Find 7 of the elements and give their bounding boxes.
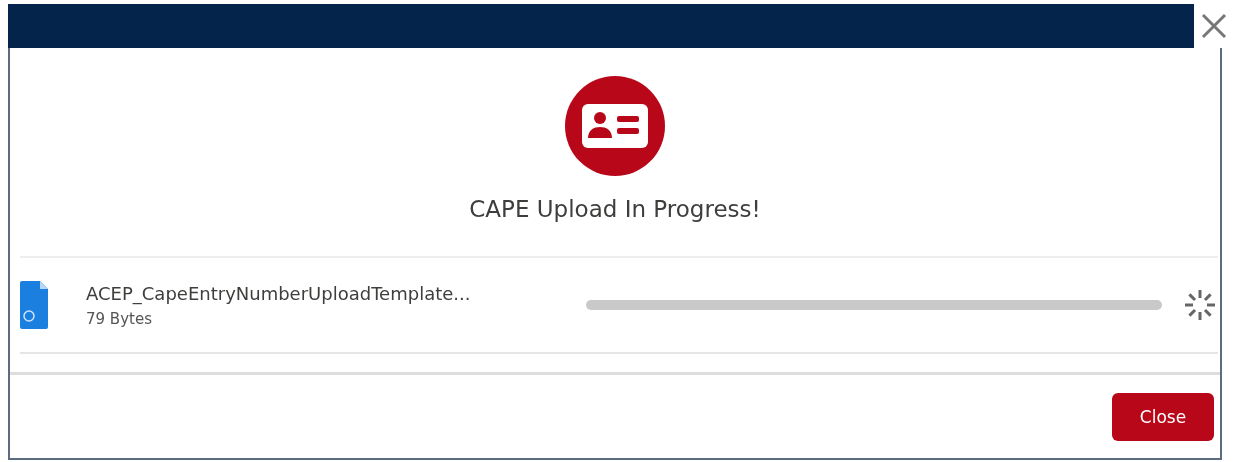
dialog-title: CAPE Upload In Progress!	[469, 196, 761, 222]
close-button[interactable]: Close	[1112, 392, 1214, 441]
spinner-icon	[1182, 287, 1218, 323]
file-size: 79 Bytes	[86, 309, 153, 328]
file-icon	[20, 281, 48, 329]
contact-card-icon	[565, 76, 665, 176]
file-name: ACEP_CapeEntryNumberUploadTemplate...	[86, 282, 472, 304]
